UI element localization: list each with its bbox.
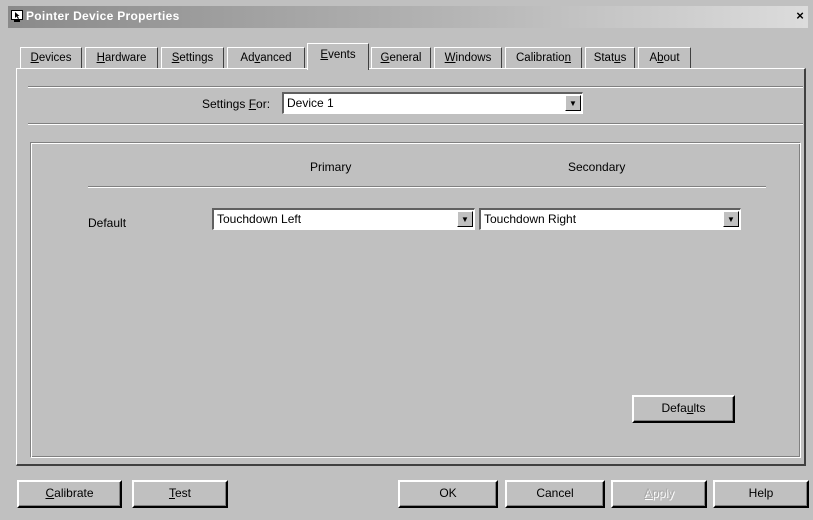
apply-button[interactable]: Apply: [611, 480, 707, 508]
settings-for-value: Device 1: [287, 96, 334, 110]
tab-settings[interactable]: Settings: [161, 47, 224, 69]
chevron-down-icon[interactable]: ▼: [565, 95, 581, 111]
header-divider: [88, 186, 766, 188]
settings-for-label: Settings For:: [202, 97, 271, 111]
secondary-event-dropdown[interactable]: Touchdown Right ▼: [479, 208, 741, 230]
divider: [28, 86, 803, 88]
secondary-event-value: Touchdown Right: [484, 212, 577, 226]
window-title: Pointer Device Properties: [26, 9, 180, 23]
tab-windows[interactable]: Windows: [434, 47, 502, 69]
ok-button[interactable]: OK: [398, 480, 498, 508]
primary-event-value: Touchdown Left: [217, 212, 302, 226]
tab-devices[interactable]: Devices: [20, 47, 82, 69]
secondary-column-header: Secondary: [568, 160, 626, 174]
defaults-button[interactable]: Defaults: [632, 395, 735, 423]
calibrate-button[interactable]: Calibrate: [17, 480, 122, 508]
help-button[interactable]: Help: [713, 480, 809, 508]
primary-column-header: Primary: [310, 160, 352, 174]
tab-advanced[interactable]: Advanced: [227, 47, 305, 69]
title-bar: Pointer Device Properties ×: [8, 6, 808, 28]
tab-status[interactable]: Status: [585, 47, 635, 69]
divider: [28, 123, 803, 125]
pointer-device-icon: [11, 10, 23, 22]
tab-general[interactable]: General: [371, 47, 431, 69]
tab-hardware[interactable]: Hardware: [85, 47, 158, 69]
primary-event-dropdown[interactable]: Touchdown Left ▼: [212, 208, 475, 230]
tab-about[interactable]: About: [638, 47, 691, 69]
close-icon[interactable]: ×: [792, 7, 808, 25]
default-row-label: Default: [88, 216, 127, 230]
test-button[interactable]: Test: [132, 480, 228, 508]
settings-for-dropdown[interactable]: Device 1 ▼: [282, 92, 583, 114]
tab-events[interactable]: Events: [307, 43, 369, 70]
cancel-button[interactable]: Cancel: [505, 480, 605, 508]
chevron-down-icon[interactable]: ▼: [723, 211, 739, 227]
chevron-down-icon[interactable]: ▼: [457, 211, 473, 227]
tab-calibration[interactable]: Calibration: [505, 47, 582, 69]
